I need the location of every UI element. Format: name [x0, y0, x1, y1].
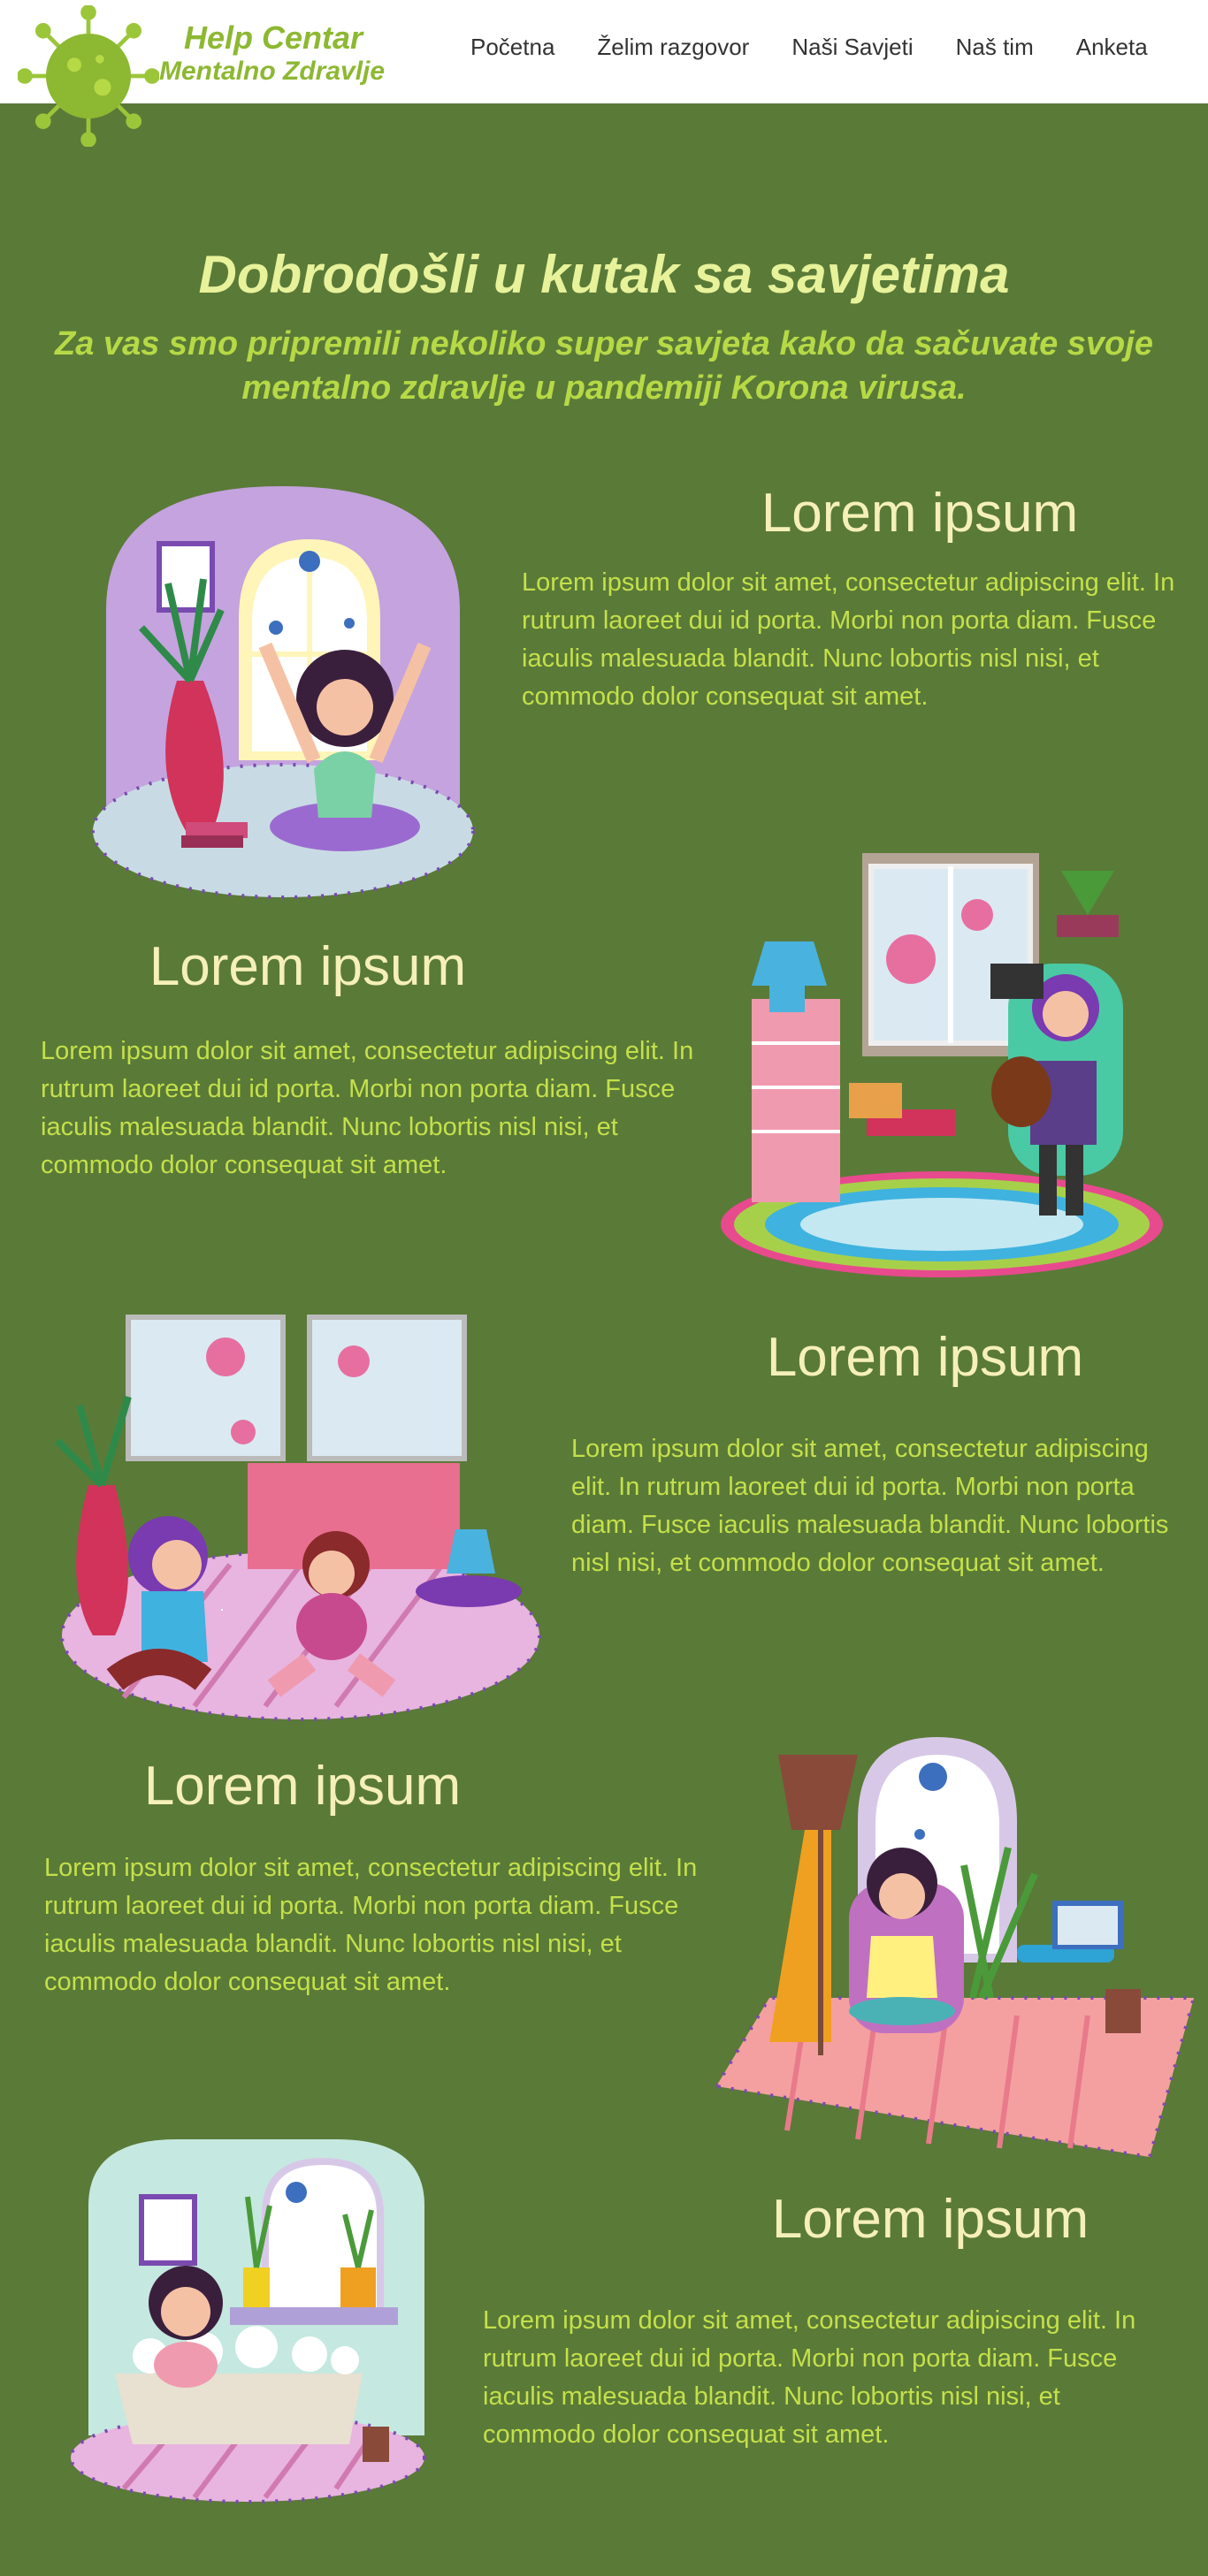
illustration-guitar-woman [721, 853, 1163, 1277]
site-header: Help Centar Mentalno Zdravlje Početna Že… [0, 0, 1208, 147]
section-1-heading: Lorem ipsum [761, 483, 1079, 544]
nav-pocetna[interactable]: Početna [470, 34, 554, 61]
main-nav: Početna Želim razgovor Naši Savjeti Naš … [470, 34, 1190, 61]
section-5-text: Lorem ipsum dolor sit amet, consectetur … [483, 2306, 1136, 2449]
brand-title[interactable]: Help Centar [184, 19, 363, 57]
section-3-text: Lorem ipsum dolor sit amet, consectetur … [571, 1435, 1169, 1577]
virus-logo-icon[interactable] [18, 5, 159, 147]
illustration-bath-woman [71, 2139, 426, 2504]
page-subtitle: Za vas smo pripremili nekoliko super sav… [55, 325, 1153, 407]
section-3-heading: Lorem ipsum [766, 1327, 1084, 1388]
nav-zelim-razgovor[interactable]: Želim razgovor [597, 34, 749, 61]
nav-nasi-savjeti[interactable]: Naši Savjeti [791, 34, 913, 61]
page-title: Dobrodošli u kutak sa savjetima [198, 245, 1010, 304]
section-1-text: Lorem ipsum dolor sit amet, consectetur … [522, 568, 1175, 711]
illustration-two-women [55, 1315, 541, 1721]
section-4-text: Lorem ipsum dolor sit amet, consectetur … [44, 1854, 698, 1996]
section-2-heading: Lorem ipsum [149, 936, 467, 997]
nav-nas-tim[interactable]: Naš tim [956, 34, 1034, 61]
illustration-yoga-woman [91, 486, 475, 899]
illustration-laptop-woman [716, 1737, 1194, 2160]
nav-anketa[interactable]: Anketa [1076, 34, 1148, 61]
brand-subtitle[interactable]: Mentalno Zdravlje [159, 57, 385, 87]
section-4-heading: Lorem ipsum [143, 1756, 462, 1817]
section-2-text: Lorem ipsum dolor sit amet, consectetur … [41, 1037, 694, 1179]
section-5-heading: Lorem ipsum [771, 2189, 1089, 2250]
